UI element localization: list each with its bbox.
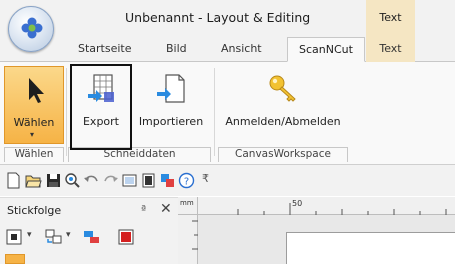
- stickfolge-toolbar: ▾ ▾: [0, 223, 178, 252]
- new-document-icon[interactable]: [5, 172, 22, 189]
- anmelden-abmelden-button[interactable]: Anmelden/Abmelden: [220, 66, 346, 144]
- help-icon[interactable]: ?: [178, 172, 195, 189]
- panel-title: Stickfolge: [7, 204, 62, 217]
- ribbon-tabs: Startseite Bild Ansicht ScanNCut Text: [0, 37, 455, 62]
- svg-text:?: ?: [184, 177, 189, 188]
- frame-select-icon[interactable]: [5, 228, 25, 246]
- stop-icon[interactable]: [116, 228, 136, 246]
- design-canvas[interactable]: [198, 215, 455, 264]
- dropdown-arrow-icon: ▾: [30, 130, 35, 139]
- save-icon[interactable]: [45, 172, 62, 189]
- horizontal-ruler: 50: [198, 197, 455, 215]
- ruler-ticks: [237, 203, 447, 215]
- window-title: Unbenannt - Layout & Editing: [125, 10, 311, 25]
- tab-startseite[interactable]: Startseite: [78, 42, 132, 55]
- zoom-icon[interactable]: [64, 172, 81, 189]
- ribbon: Wählen ▾ Wählen Export Importieren Schne…: [0, 62, 455, 165]
- list-item-selected[interactable]: [5, 254, 25, 264]
- import-document-icon: [157, 74, 185, 103]
- app-menu-button[interactable]: [8, 6, 54, 52]
- group-waehlen: Wählen ▾ Wählen: [4, 64, 64, 162]
- color-sort-icon[interactable]: [82, 228, 102, 246]
- group-label-waehlen: Wählen: [14, 148, 54, 160]
- tab-scanncut[interactable]: ScanNCut: [287, 37, 365, 62]
- group-label-canvasworkspace: CanvasWorkspace: [235, 148, 331, 160]
- group-divider: [66, 68, 67, 156]
- importieren-label: Importieren: [138, 115, 204, 128]
- tab-ansicht[interactable]: Ansicht: [221, 42, 262, 55]
- undo-icon[interactable]: [83, 172, 100, 189]
- ruler-tick-label: 50: [292, 199, 303, 208]
- design-page[interactable]: [286, 232, 455, 264]
- tab-text[interactable]: Text: [366, 38, 415, 62]
- sequence-icon[interactable]: [44, 228, 64, 246]
- vertical-ruler: [178, 215, 198, 264]
- importieren-button[interactable]: Importieren: [134, 66, 208, 144]
- group-divider: [214, 68, 215, 156]
- customize-icon[interactable]: ₹: [202, 172, 209, 185]
- stickfolge-panel-header: Stickfolge ª ✕: [0, 197, 178, 223]
- ruler-corner: mm: [178, 197, 198, 215]
- group-canvasworkspace: Anmelden/Abmelden CanvasWorkspace: [218, 64, 348, 162]
- display-icon[interactable]: [140, 172, 157, 189]
- context-tab-header: Text: [366, 0, 415, 38]
- context-label: Text: [379, 11, 402, 24]
- open-folder-icon[interactable]: [25, 172, 42, 189]
- tab-bild[interactable]: Bild: [166, 42, 187, 55]
- close-icon[interactable]: ✕: [160, 201, 172, 217]
- key-icon: [269, 75, 296, 102]
- arrow-cursor-icon: [29, 78, 44, 103]
- pin-icon[interactable]: ª: [141, 203, 146, 216]
- anmelden-abmelden-label: Anmelden/Abmelden: [225, 115, 341, 128]
- waehlen-button[interactable]: Wählen ▾: [4, 66, 64, 144]
- flower-icon: [21, 17, 43, 39]
- chevron-down-icon[interactable]: ▾: [27, 230, 32, 240]
- export-highlight-frame: [70, 64, 132, 150]
- quick-access-toolbar: ? ₹: [0, 165, 455, 196]
- chevron-down-icon[interactable]: ▾: [66, 230, 71, 240]
- title-bar: Unbenannt - Layout & Editing Text: [0, 0, 455, 38]
- ruler-ticks: [192, 220, 198, 250]
- panel-list-area: [0, 252, 178, 264]
- ruler-unit: mm: [180, 199, 194, 207]
- waehlen-label: Wählen: [13, 116, 55, 129]
- transfer-icon[interactable]: [159, 172, 176, 189]
- redo-icon[interactable]: [102, 172, 119, 189]
- view-icon[interactable]: [121, 172, 138, 189]
